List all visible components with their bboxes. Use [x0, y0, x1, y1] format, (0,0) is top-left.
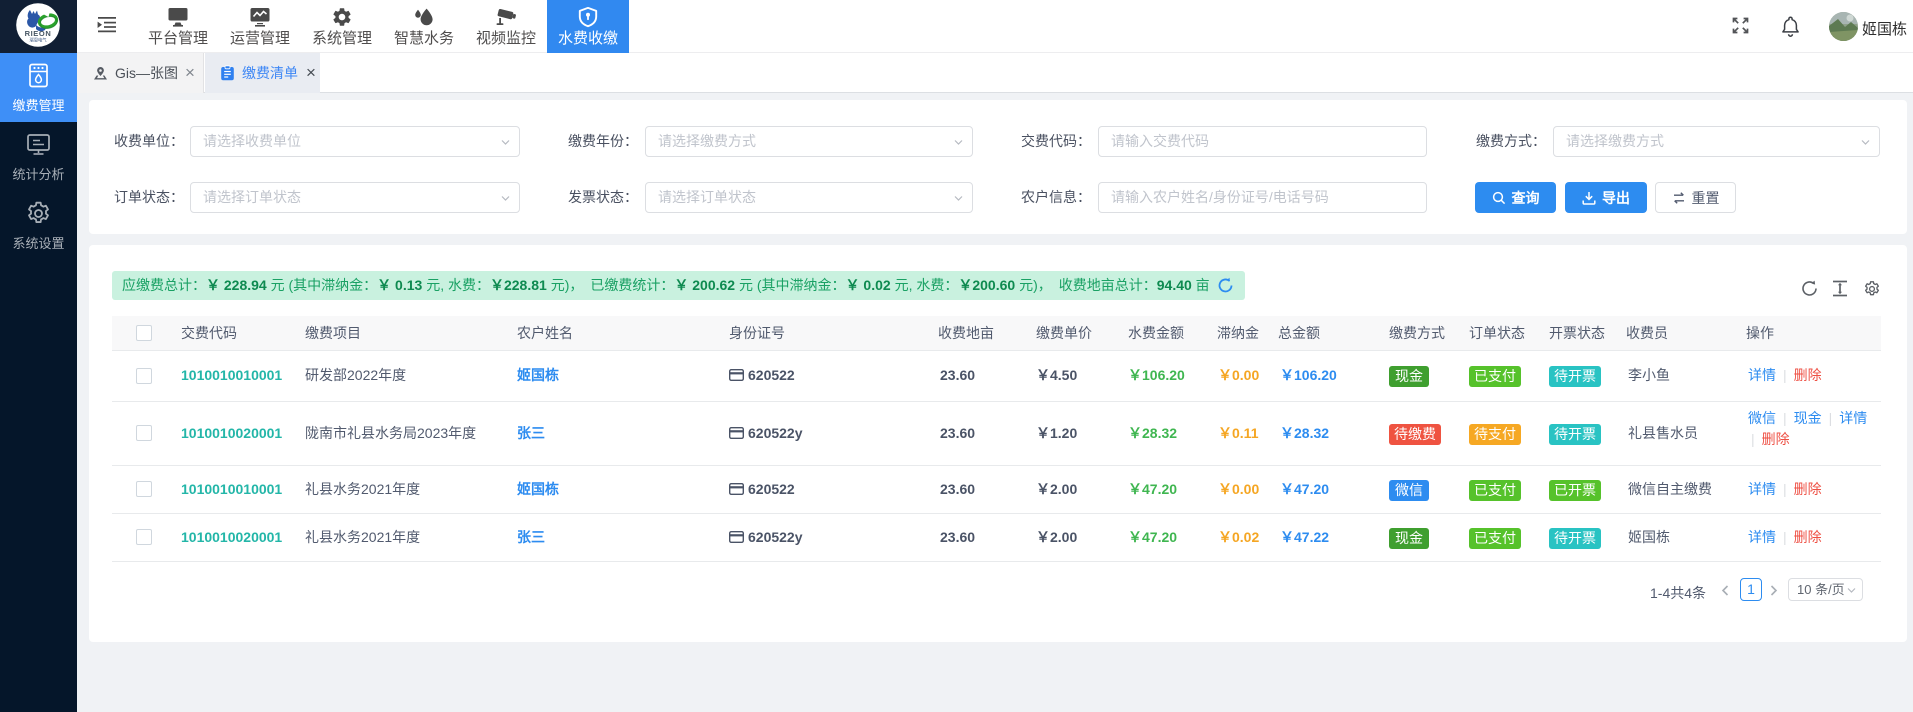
- svg-text:瑞恩电气: 瑞恩电气: [29, 37, 47, 43]
